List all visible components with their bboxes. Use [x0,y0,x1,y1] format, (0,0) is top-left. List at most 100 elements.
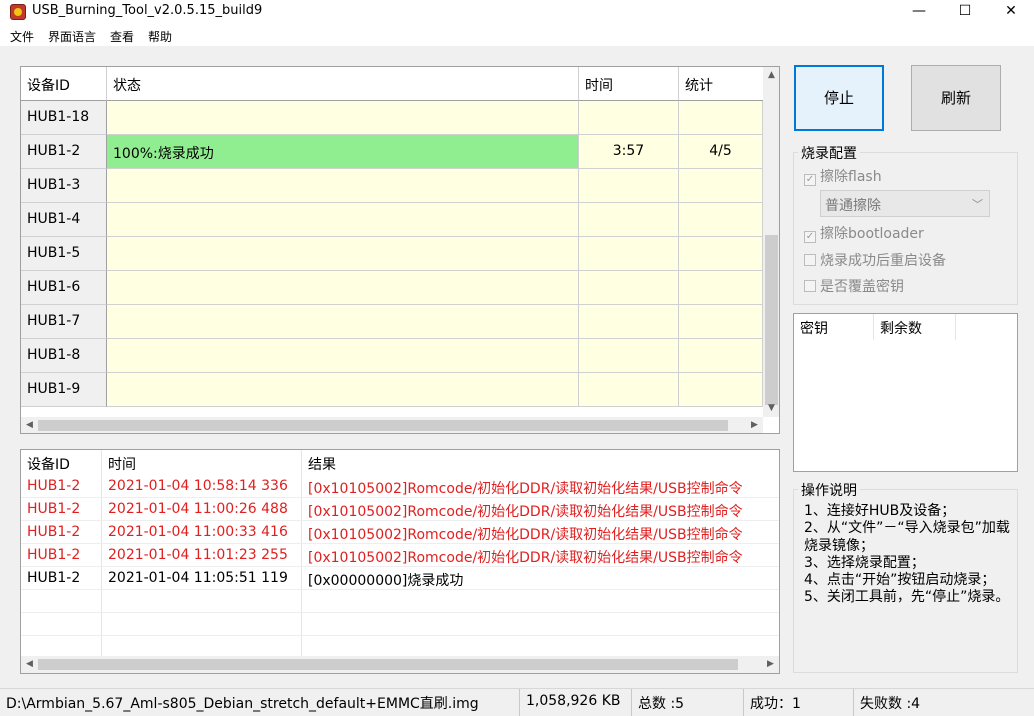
log-cell-device-id [21,613,102,636]
grid-horizontal-scroll-thumb[interactable] [38,420,728,431]
log-cell-time: 2021-01-04 11:05:51 119 [102,567,302,590]
checkbox-icon: ✓ [804,174,816,186]
overwrite-key-checkbox[interactable]: 是否覆盖密钥 [804,276,904,296]
reboot-after-checkbox[interactable]: 烧录成功后重启设备 [804,250,946,270]
scroll-down-icon[interactable]: ▼ [763,400,779,417]
status-success: 成功：1 [744,689,854,716]
grid-cell-device-id: HUB1-2 [21,135,107,169]
checkbox-icon [804,280,816,292]
grid-cell-stat [679,237,763,271]
menu-language[interactable]: 界面语言 [48,28,96,45]
grid-row[interactable]: HUB1-6 [21,271,763,305]
status-fail: 失败数 :4 [860,696,921,712]
scroll-left-icon[interactable]: ◀ [21,656,38,673]
title-bar: USB_Burning_Tool_v2.0.5.15_build9 — ☐ ✕ [0,0,1034,24]
instructions-text: 1、连接好HUB及设备； 2、从“文件”－“导入烧录包”加载烧录镜像； 3、选择… [804,503,1014,607]
log-header-device-id[interactable]: 设备ID [21,450,102,475]
instruction-line: 2、从“文件”－“导入烧录包”加载烧录镜像； [804,520,1010,554]
log-cell-device-id: HUB1-2 [21,475,102,498]
grid-row[interactable]: HUB1-2 100%:烧录成功 3:57 4/5 [21,135,763,169]
grid-header-time[interactable]: 时间 [579,67,679,101]
grid-row[interactable]: HUB1-4 [21,203,763,237]
grid-cell-status [107,237,579,271]
log-cell-result [302,590,779,613]
maximize-button[interactable]: ☐ [942,0,988,24]
burn-config-title: 烧录配置 [798,143,860,163]
status-image-size: 1,058,926 KB [520,689,632,716]
log-horizontal-scrollbar[interactable]: ◀ ▶ [21,656,779,673]
log-row[interactable]: HUB1-2 2021-01-04 11:00:33 416 [0x10105002… [21,521,779,544]
log-cell-device-id [21,590,102,613]
grid-cell-status [107,305,579,339]
log-header-result[interactable]: 结果 [302,450,779,475]
log-cell-result: [0x00000000]烧录成功 [302,567,779,590]
instruction-line: 3、选择烧录配置； [804,554,925,571]
log-row[interactable]: HUB1-2 2021-01-04 11:00:26 488 [0x10105002… [21,498,779,521]
grid-vertical-scroll-thumb[interactable] [765,235,778,405]
grid-cell-device-id: HUB1-5 [21,237,107,271]
grid-horizontal-scrollbar[interactable]: ◀ ▶ [21,417,763,433]
scroll-up-icon[interactable]: ▲ [763,67,779,84]
log-cell-time: 2021-01-04 11:01:23 255 [102,544,302,567]
log-row[interactable]: HUB1-2 2021-01-04 11:01:23 255 [0x10105002… [21,544,779,567]
grid-cell-stat [679,169,763,203]
menu-help[interactable]: 帮助 [148,28,172,45]
grid-header-device-id[interactable]: 设备ID [21,67,107,101]
key-list[interactable]: 密钥 剩余数 [793,313,1018,472]
checkbox-icon [804,254,816,266]
grid-row[interactable]: HUB1-3 [21,169,763,203]
status-image-path: D:\Armbian_5.67_Aml-s805_Debian_stretch_… [0,689,520,716]
key-header-key[interactable]: 密钥 [794,314,874,340]
log-cell-time: 2021-01-04 11:00:26 488 [102,498,302,521]
log-cell-time: 2021-01-04 10:58:14 336 [102,475,302,498]
grid-row[interactable]: HUB1-7 [21,305,763,339]
device-grid: 设备ID 状态 时间 统计 HUB1-18 HUB1-2 100%:烧录成功 3:57… [20,66,780,434]
grid-row[interactable]: HUB1-18 [21,101,763,135]
log-horizontal-scroll-thumb[interactable] [38,659,738,670]
grid-cell-status [107,169,579,203]
erase-flash-label: 擦除flash [820,169,882,185]
close-button[interactable]: ✕ [988,0,1034,24]
scroll-right-icon[interactable]: ▶ [746,417,763,433]
grid-cell-device-id: HUB1-4 [21,203,107,237]
log-header-time[interactable]: 时间 [102,450,302,475]
refresh-button[interactable]: 刷新 [911,65,1001,131]
menu-view[interactable]: 查看 [110,28,134,45]
grid-row[interactable]: HUB1-8 [21,339,763,373]
erase-bootloader-label: 擦除bootloader [820,226,924,242]
log-list-body: 设备ID 时间 结果 HUB1-2 2021-01-04 10:58:14 336… [21,450,779,659]
grid-cell-time [579,169,679,203]
grid-header-status[interactable]: 状态 [107,67,579,101]
grid-row[interactable]: HUB1-5 [21,237,763,271]
instructions-title: 操作说明 [798,480,860,500]
grid-cell-stat: 4/5 [679,135,763,169]
log-cell-device-id: HUB1-2 [21,498,102,521]
log-cell-result: [0x10105002]Romcode/初始化DDR/读取初始化结果/USB控制… [302,521,779,544]
log-cell-time: 2021-01-04 11:00:33 416 [102,521,302,544]
erase-mode-select[interactable]: 普通擦除 ﹀ [820,190,990,217]
erase-bootloader-checkbox[interactable]: ✓ 擦除bootloader [804,223,924,243]
log-cell-result: [0x10105002]Romcode/初始化DDR/读取初始化结果/USB控制… [302,544,779,567]
log-row[interactable]: HUB1-2 2021-01-04 10:58:14 336 [0x10105002… [21,475,779,498]
grid-cell-status: 100%:烧录成功 [107,135,579,169]
grid-row[interactable]: HUB1-9 [21,373,763,407]
menu-file[interactable]: 文件 [10,28,34,45]
key-header-remaining[interactable]: 剩余数 [874,314,956,340]
grid-header-stat[interactable]: 统计 [679,67,763,101]
menu-bar: 文件 界面语言 查看 帮助 [0,24,1034,46]
grid-cell-device-id: HUB1-3 [21,169,107,203]
grid-cell-device-id: HUB1-9 [21,373,107,407]
grid-cell-stat [679,203,763,237]
stop-button[interactable]: 停止 [794,65,884,131]
grid-vertical-scrollbar[interactable]: ▲ ▼ [763,67,779,417]
log-cell-result: [0x10105002]Romcode/初始化DDR/读取初始化结果/USB控制… [302,475,779,498]
grid-cell-time [579,271,679,305]
scroll-left-icon[interactable]: ◀ [21,417,38,433]
grid-cell-time [579,305,679,339]
grid-cell-device-id: HUB1-8 [21,339,107,373]
minimize-button[interactable]: — [896,0,942,24]
erase-flash-checkbox[interactable]: ✓ 擦除flash [804,166,882,186]
scroll-right-icon[interactable]: ▶ [762,656,779,673]
app-icon [10,4,26,20]
log-row[interactable]: HUB1-2 2021-01-04 11:05:51 119 [0x00000000… [21,567,779,590]
